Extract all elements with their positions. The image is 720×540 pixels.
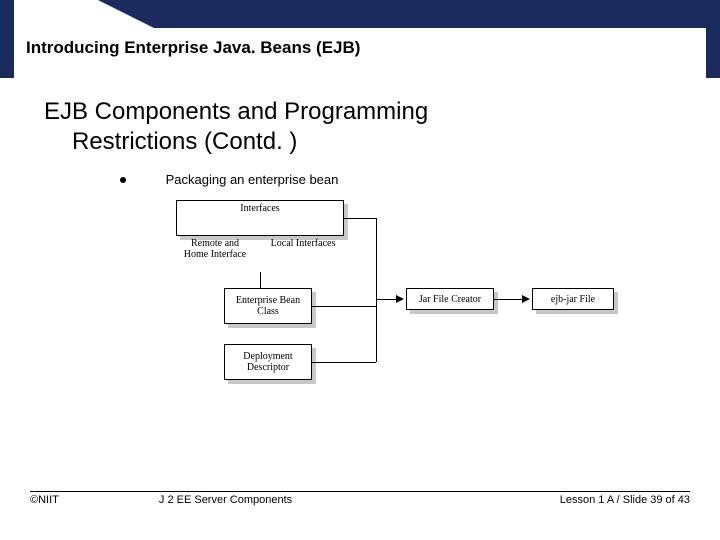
arrow-right-icon [396, 295, 404, 303]
footer: ©NIIT J 2 EE Server Components Lesson 1 … [30, 491, 690, 506]
heading-line-1: EJB Components and Programming [44, 98, 428, 125]
interfaces-box: Interfaces [176, 200, 344, 236]
connector-line [376, 218, 377, 362]
remote-home-label: Remote and Home Interface [180, 238, 250, 260]
connector-line [494, 299, 524, 300]
heading-line-2: Restrictions (Contd. ) [44, 127, 690, 157]
header-diagonal [14, 0, 154, 28]
ejb-jar-file-box: ejb-jar File [532, 288, 614, 310]
bullet-icon [120, 177, 126, 183]
diagram-area: Interfaces Remote and Home Interface Loc… [176, 200, 626, 430]
content-heading: EJB Components and Programming Restricti… [44, 97, 690, 157]
footer-center: J 2 EE Server Components [159, 494, 292, 506]
local-interfaces-label: Local Interfaces [268, 238, 338, 249]
connector-line [260, 272, 261, 288]
bullet-row: Packaging an enterprise bean [120, 172, 690, 187]
interfaces-label: Interfaces [240, 203, 279, 214]
footer-rule [30, 491, 690, 492]
enterprise-bean-class-box: Enterprise Bean Class [224, 288, 312, 324]
footer-copyright: ©NIIT [30, 494, 59, 506]
slide-title: Introducing Enterprise Java. Beans (EJB) [26, 38, 360, 58]
bullet-text: Packaging an enterprise bean [166, 172, 339, 187]
connector-line [344, 218, 376, 219]
jar-file-creator-label: Jar File Creator [419, 294, 481, 305]
connector-line [376, 299, 398, 300]
enterprise-bean-class-label: Enterprise Bean Class [227, 295, 309, 317]
connector-line [312, 306, 376, 307]
connector-line [312, 362, 376, 363]
ejb-jar-file-label: ejb-jar File [551, 294, 595, 305]
deployment-descriptor-box: Deployment Descriptor [224, 344, 312, 380]
footer-slide-number: Lesson 1 A / Slide 39 of 43 [292, 494, 690, 506]
jar-file-creator-box: Jar File Creator [406, 288, 494, 310]
arrow-right-icon [522, 295, 530, 303]
deployment-descriptor-label: Deployment Descriptor [227, 351, 309, 373]
